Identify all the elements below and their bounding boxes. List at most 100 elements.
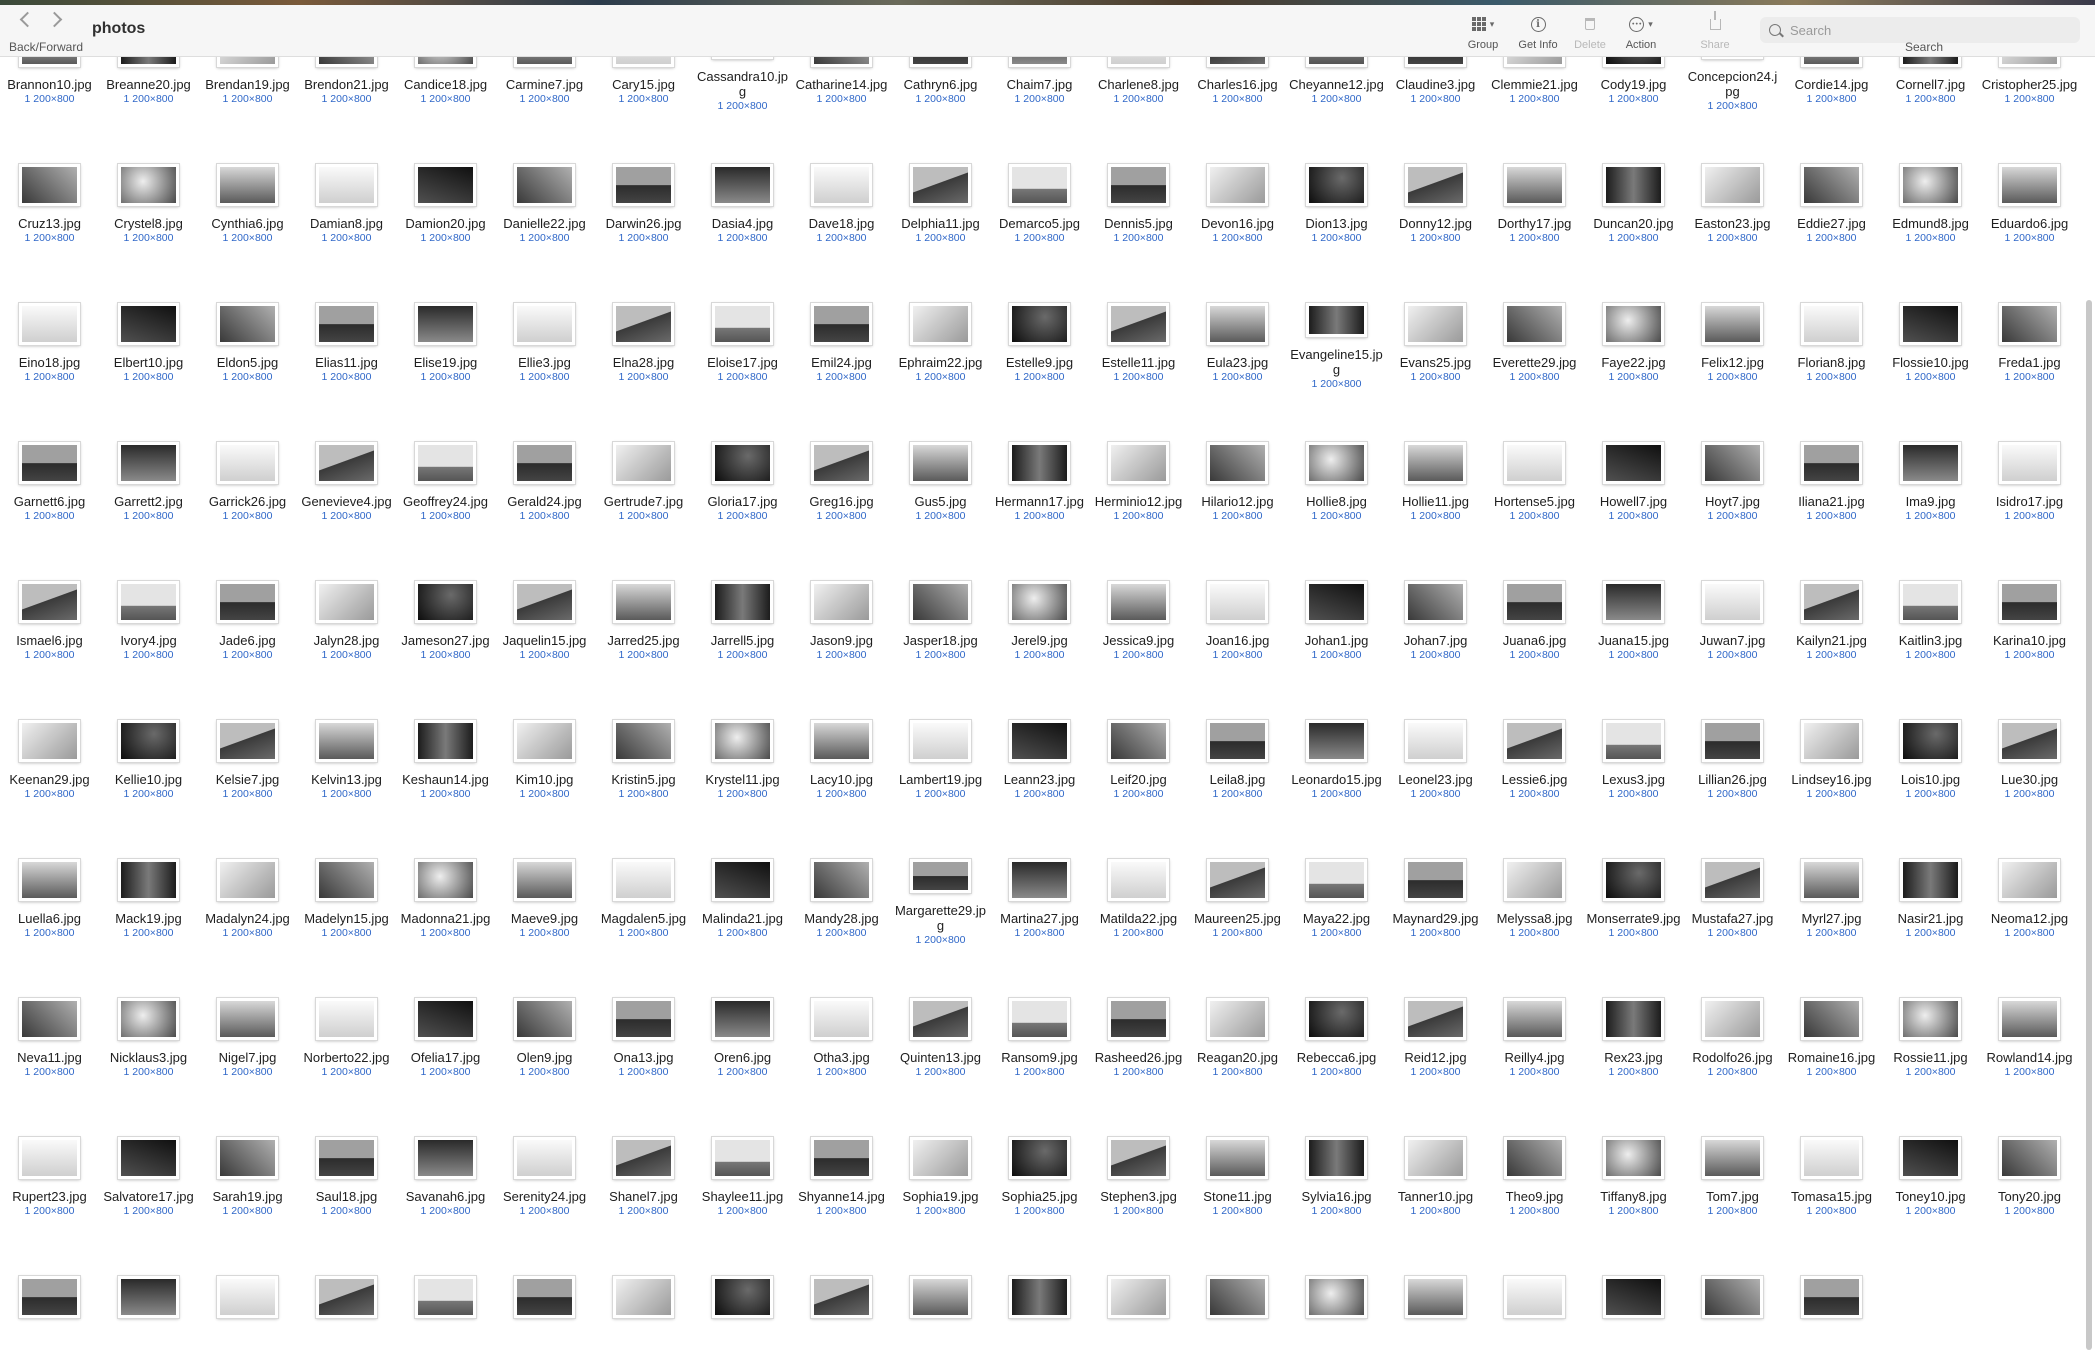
file-item[interactable]: Cheyanne12.jpg 1 200×800	[1287, 57, 1386, 112]
file-item[interactable]: Lois10.jpg 1 200×800	[1881, 668, 1980, 807]
file-item[interactable]: Eloise17.jpg 1 200×800	[693, 251, 792, 390]
file-item[interactable]: Kaitlin3.jpg 1 200×800	[1881, 529, 1980, 668]
file-item[interactable]: Geoffrey24.jpg 1 200×800	[396, 390, 495, 529]
file-item[interactable]: Kellie10.jpg 1 200×800	[99, 668, 198, 807]
file-item[interactable]: Charlene8.jpg 1 200×800	[1089, 57, 1188, 112]
file-item[interactable]: Neoma12.jpg 1 200×800	[1980, 807, 2079, 946]
file-item[interactable]: Elise19.jpg 1 200×800	[396, 251, 495, 390]
file-item[interactable]: Dennis5.jpg 1 200×800	[1089, 112, 1188, 251]
file-item[interactable]: Theo9.jpg 1 200×800	[1485, 1085, 1584, 1224]
file-item[interactable]: Matilda22.jpg 1 200×800	[1089, 807, 1188, 946]
back-chevron-icon[interactable]	[19, 11, 36, 28]
file-item[interactable]: Iliana21.jpg 1 200×800	[1782, 390, 1881, 529]
file-item[interactable]: Dorthy17.jpg 1 200×800	[1485, 112, 1584, 251]
file-item[interactable]: Donny12.jpg 1 200×800	[1386, 112, 1485, 251]
file-item[interactable]: Neva11.jpg 1 200×800	[0, 946, 99, 1085]
file-item[interactable]: Ephraim22.jpg 1 200×800	[891, 251, 990, 390]
file-item[interactable]: Rex23.jpg 1 200×800	[1584, 946, 1683, 1085]
file-item[interactable]: Darwin26.jpg 1 200×800	[594, 112, 693, 251]
file-item[interactable]	[1188, 1224, 1287, 1358]
file-item[interactable]: Leila8.jpg 1 200×800	[1188, 668, 1287, 807]
file-item[interactable]: Shyanne14.jpg 1 200×800	[792, 1085, 891, 1224]
file-item[interactable]	[792, 1224, 891, 1358]
file-item[interactable]: Clemmie21.jpg 1 200×800	[1485, 57, 1584, 112]
file-item[interactable]: Reagan20.jpg 1 200×800	[1188, 946, 1287, 1085]
file-item[interactable]: Tom7.jpg 1 200×800	[1683, 1085, 1782, 1224]
file-item[interactable]: Rupert23.jpg 1 200×800	[0, 1085, 99, 1224]
file-item[interactable]: Shanel7.jpg 1 200×800	[594, 1085, 693, 1224]
file-item[interactable]: Hortense5.jpg 1 200×800	[1485, 390, 1584, 529]
file-item[interactable]: Kelsie7.jpg 1 200×800	[198, 668, 297, 807]
file-item[interactable]: Carmine7.jpg 1 200×800	[495, 57, 594, 112]
file-item[interactable]: Garrick26.jpg 1 200×800	[198, 390, 297, 529]
file-item[interactable]: Brannon10.jpg 1 200×800	[0, 57, 99, 112]
file-item[interactable]: Cornell7.jpg 1 200×800	[1881, 57, 1980, 112]
file-item[interactable]: Flossie10.jpg 1 200×800	[1881, 251, 1980, 390]
file-item[interactable]: Cynthia6.jpg 1 200×800	[198, 112, 297, 251]
file-item[interactable]: Crystel8.jpg 1 200×800	[99, 112, 198, 251]
file-item[interactable]: Romaine16.jpg 1 200×800	[1782, 946, 1881, 1085]
file-item[interactable]: Evans25.jpg 1 200×800	[1386, 251, 1485, 390]
file-item[interactable]: Felix12.jpg 1 200×800	[1683, 251, 1782, 390]
file-item[interactable]: Jade6.jpg 1 200×800	[198, 529, 297, 668]
file-item[interactable]: Cruz13.jpg 1 200×800	[0, 112, 99, 251]
file-item[interactable]: Eula23.jpg 1 200×800	[1188, 251, 1287, 390]
file-item[interactable]: Sophia25.jpg 1 200×800	[990, 1085, 1089, 1224]
file-item[interactable]	[1386, 1224, 1485, 1358]
file-item[interactable]: Martina27.jpg 1 200×800	[990, 807, 1089, 946]
file-item[interactable]: Nicklaus3.jpg 1 200×800	[99, 946, 198, 1085]
file-item[interactable]: Damion20.jpg 1 200×800	[396, 112, 495, 251]
file-item[interactable]: Hollie11.jpg 1 200×800	[1386, 390, 1485, 529]
file-item[interactable]: Leann23.jpg 1 200×800	[990, 668, 1089, 807]
file-item[interactable]: Gerald24.jpg 1 200×800	[495, 390, 594, 529]
file-item[interactable]	[1782, 1224, 1881, 1358]
file-item[interactable]: Jameson27.jpg 1 200×800	[396, 529, 495, 668]
file-item[interactable]: Jarred25.jpg 1 200×800	[594, 529, 693, 668]
file-item[interactable]: Cassandra10.jpg 1 200×800	[693, 57, 792, 112]
file-item[interactable]: Tanner10.jpg 1 200×800	[1386, 1085, 1485, 1224]
file-item[interactable]: Eino18.jpg 1 200×800	[0, 251, 99, 390]
file-item[interactable]: Isidro17.jpg 1 200×800	[1980, 390, 2079, 529]
file-item[interactable]: Kim10.jpg 1 200×800	[495, 668, 594, 807]
file-item[interactable]: Danielle22.jpg 1 200×800	[495, 112, 594, 251]
file-item[interactable]: Norberto22.jpg 1 200×800	[297, 946, 396, 1085]
file-item[interactable]: Keshaun14.jpg 1 200×800	[396, 668, 495, 807]
file-item[interactable]: Cristopher25.jpg 1 200×800	[1980, 57, 2079, 112]
file-item[interactable]: Rebecca6.jpg 1 200×800	[1287, 946, 1386, 1085]
file-item[interactable]: Easton23.jpg 1 200×800	[1683, 112, 1782, 251]
file-item[interactable]: Juana15.jpg 1 200×800	[1584, 529, 1683, 668]
file-item[interactable]: Nigel7.jpg 1 200×800	[198, 946, 297, 1085]
file-item[interactable]: Maureen25.jpg 1 200×800	[1188, 807, 1287, 946]
file-item[interactable]: Garrett2.jpg 1 200×800	[99, 390, 198, 529]
file-item[interactable]: Maeve9.jpg 1 200×800	[495, 807, 594, 946]
file-item[interactable]: Eddie27.jpg 1 200×800	[1782, 112, 1881, 251]
file-item[interactable]: Myrl27.jpg 1 200×800	[1782, 807, 1881, 946]
file-item[interactable]: Howell7.jpg 1 200×800	[1584, 390, 1683, 529]
file-item[interactable]: Maynard29.jpg 1 200×800	[1386, 807, 1485, 946]
file-item[interactable]: Madonna21.jpg 1 200×800	[396, 807, 495, 946]
file-item[interactable]: Ofelia17.jpg 1 200×800	[396, 946, 495, 1085]
file-item[interactable]	[1089, 1224, 1188, 1358]
file-item[interactable]: Leonel23.jpg 1 200×800	[1386, 668, 1485, 807]
file-item[interactable]: Hilario12.jpg 1 200×800	[1188, 390, 1287, 529]
file-item[interactable]: Elna28.jpg 1 200×800	[594, 251, 693, 390]
file-item[interactable]: Lambert19.jpg 1 200×800	[891, 668, 990, 807]
file-item[interactable]: Keenan29.jpg 1 200×800	[0, 668, 99, 807]
file-item[interactable]: Toney10.jpg 1 200×800	[1881, 1085, 1980, 1224]
file-item[interactable]: Tomasa15.jpg 1 200×800	[1782, 1085, 1881, 1224]
file-item[interactable]: Cathryn6.jpg 1 200×800	[891, 57, 990, 112]
forward-chevron-icon[interactable]	[46, 11, 63, 28]
file-item[interactable]: Lessie6.jpg 1 200×800	[1485, 668, 1584, 807]
file-item[interactable]: Ransom9.jpg 1 200×800	[990, 946, 1089, 1085]
file-item[interactable]: Catharine14.jpg 1 200×800	[792, 57, 891, 112]
file-item[interactable]	[198, 1224, 297, 1358]
file-item[interactable]: Maya22.jpg 1 200×800	[1287, 807, 1386, 946]
file-item[interactable]: Shaylee11.jpg 1 200×800	[693, 1085, 792, 1224]
file-item[interactable]: Cordie14.jpg 1 200×800	[1782, 57, 1881, 112]
file-item[interactable]	[0, 1224, 99, 1358]
file-item[interactable]: Sophia19.jpg 1 200×800	[891, 1085, 990, 1224]
file-item[interactable]: Ona13.jpg 1 200×800	[594, 946, 693, 1085]
file-item[interactable]: Ismael6.jpg 1 200×800	[0, 529, 99, 668]
file-item[interactable]: Charles16.jpg 1 200×800	[1188, 57, 1287, 112]
file-item[interactable]: Lexus3.jpg 1 200×800	[1584, 668, 1683, 807]
